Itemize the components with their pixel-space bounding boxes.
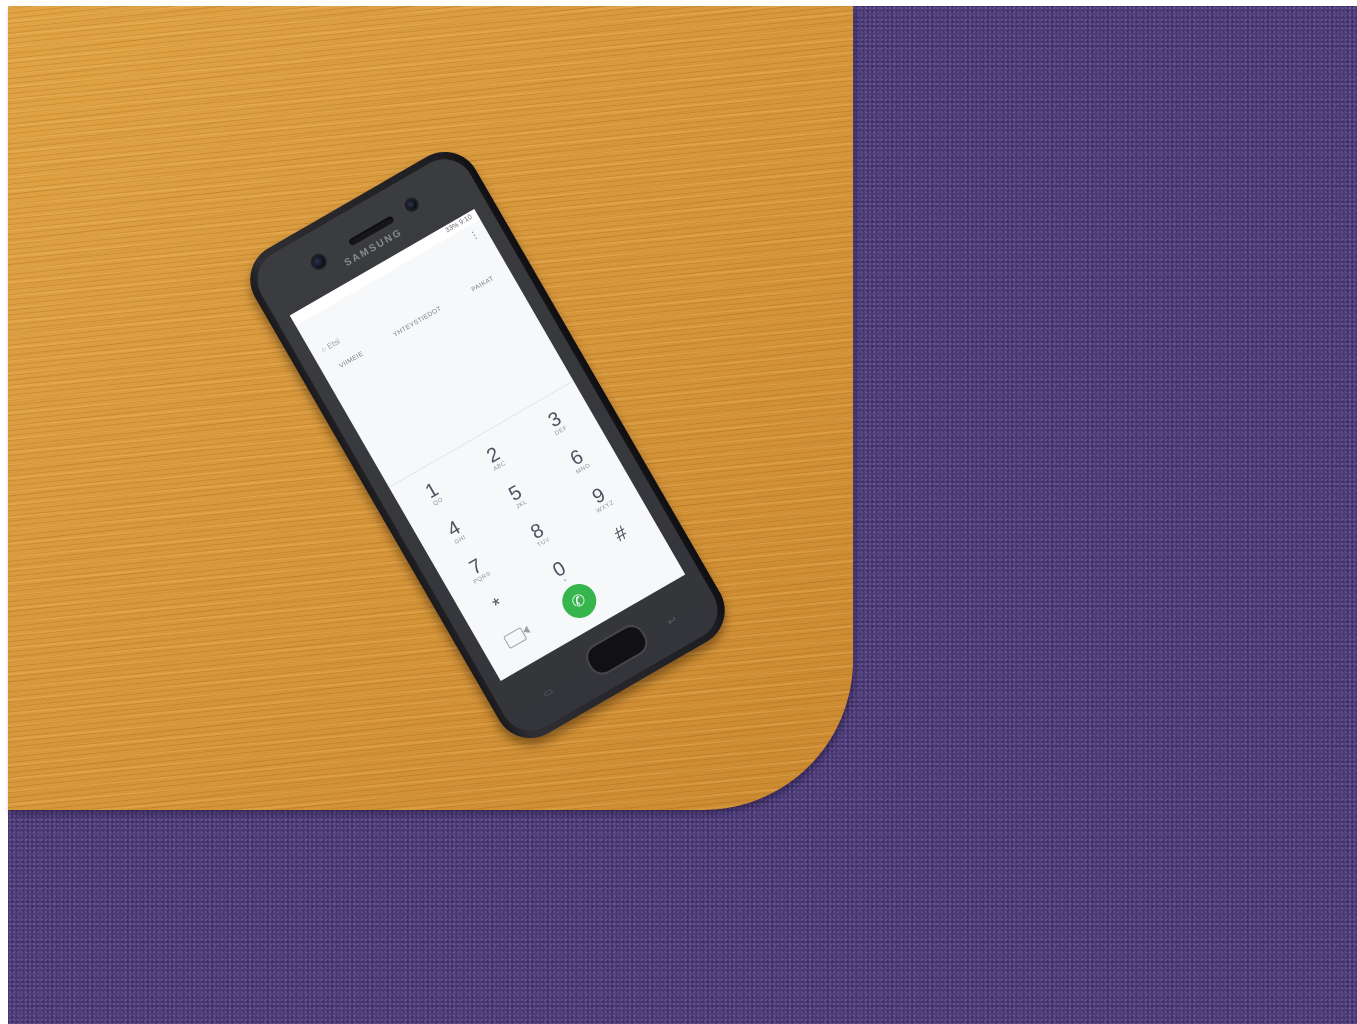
wooden-table [8,6,853,810]
photo-scene: SAMSUNG 33% 9:10 ⋮ ○ Etsi VIIMEIE YHTEYS… [0,0,1357,1024]
